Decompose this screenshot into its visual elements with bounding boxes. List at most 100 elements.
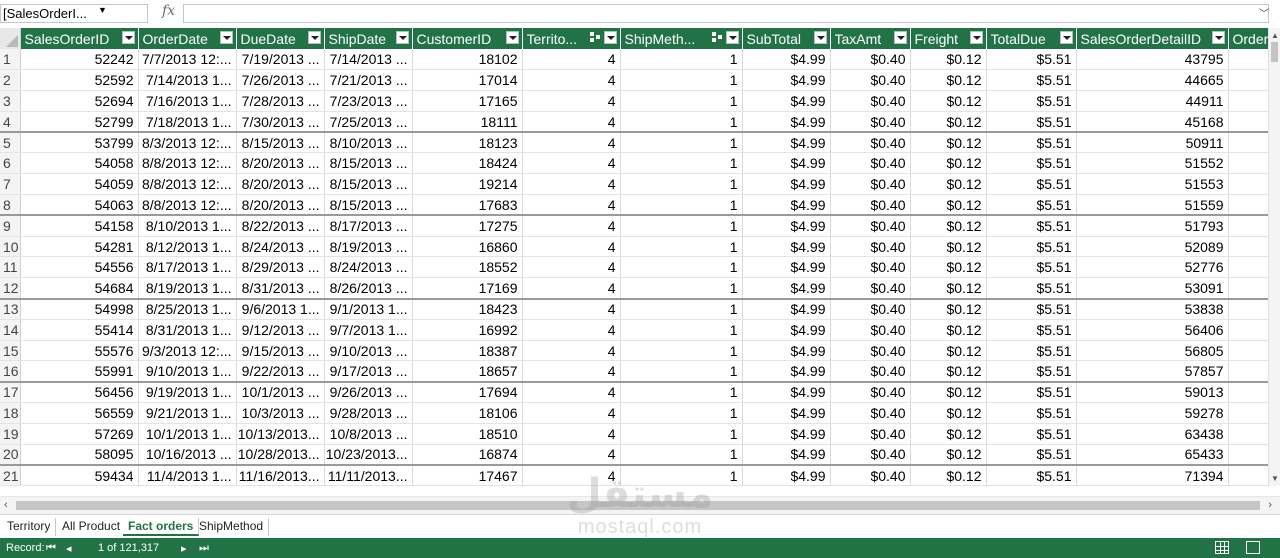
cell-duedate[interactable]: 7/26/2013 ...	[236, 69, 325, 92]
filter-dropdown-icon[interactable]	[307, 31, 321, 44]
cell-salesorderdetailid[interactable]: 52776	[1076, 256, 1229, 279]
cell-subtotal[interactable]: $4.99	[742, 256, 831, 279]
cell-taxamt[interactable]: $0.40	[830, 463, 911, 486]
cell-customerid[interactable]: 17165	[412, 90, 523, 112]
cell-shipmeth[interactable]: 1	[620, 152, 743, 175]
cell-salesorderid[interactable]: 56456	[20, 380, 139, 404]
cell-shipdate[interactable]: 8/15/2013 ...	[324, 194, 413, 216]
vertical-scroll-thumb[interactable]	[1271, 42, 1278, 62]
row-number[interactable]: 14	[0, 319, 21, 341]
cell-duedate[interactable]: 8/20/2013 ...	[236, 173, 325, 196]
cell-salesorderid[interactable]: 54058	[20, 152, 139, 175]
row-number[interactable]: 12	[0, 277, 21, 300]
previous-record-icon[interactable]: ◂	[66, 542, 72, 555]
cell-order[interactable]	[1228, 402, 1268, 424]
cell-taxamt[interactable]: $0.40	[830, 173, 911, 196]
cell-subtotal[interactable]: $4.99	[742, 444, 831, 466]
table-row[interactable]: 11 54556 8/17/2013 1... 8/29/2013 ... 8/24/2…	[0, 256, 1268, 279]
cell-shipmeth[interactable]: 1	[620, 194, 743, 216]
data-view-icon[interactable]	[1215, 541, 1229, 554]
filter-dropdown-icon[interactable]	[725, 31, 739, 44]
cell-customerid[interactable]: 16874	[412, 444, 523, 466]
cell-customerid[interactable]: 18387	[412, 340, 523, 362]
cell-subtotal[interactable]: $4.99	[742, 111, 831, 133]
row-number[interactable]: 13	[0, 297, 21, 320]
cell-shipmeth[interactable]: 1	[620, 444, 743, 466]
cell-taxamt[interactable]: $0.40	[830, 111, 911, 133]
cell-totaldue[interactable]: $5.51	[986, 131, 1077, 154]
cell-salesorderdetailid[interactable]: 65433	[1076, 444, 1229, 466]
cell-order[interactable]	[1228, 277, 1268, 300]
cell-subtotal[interactable]: $4.99	[742, 194, 831, 216]
cell-order[interactable]	[1228, 131, 1268, 154]
cell-customerid[interactable]: 18106	[412, 402, 523, 424]
table-row[interactable]: 16 55991 9/10/2013 1... 9/22/2013 ... 9/17/2…	[0, 360, 1268, 383]
cell-totaldue[interactable]: $5.51	[986, 277, 1077, 300]
cell-shipdate[interactable]: 7/23/2013 ...	[324, 90, 413, 112]
cell-shipmeth[interactable]: 1	[620, 131, 743, 154]
cell-totaldue[interactable]: $5.51	[986, 297, 1077, 320]
cell-customerid[interactable]: 17467	[412, 463, 523, 486]
column-header-taxamt[interactable]: TaxAmt	[830, 28, 911, 49]
cell-freight[interactable]: $0.12	[910, 402, 987, 424]
cell-totaldue[interactable]: $5.51	[986, 463, 1077, 486]
cell-territo[interactable]: 4	[522, 256, 621, 279]
cell-shipmeth[interactable]: 1	[620, 90, 743, 112]
cell-territo[interactable]: 4	[522, 236, 621, 258]
table-row[interactable]: 10 54281 8/12/2013 1... 8/24/2013 ... 8/19/2…	[0, 236, 1268, 258]
cell-customerid[interactable]: 18111	[412, 111, 523, 133]
cell-shipmeth[interactable]: 1	[620, 380, 743, 404]
cell-subtotal[interactable]: $4.99	[742, 360, 831, 383]
cell-order[interactable]	[1228, 69, 1268, 92]
cell-totaldue[interactable]: $5.51	[986, 423, 1077, 445]
cell-customerid[interactable]: 16992	[412, 319, 523, 341]
cell-orderdate[interactable]: 9/19/2013 1...	[138, 380, 237, 404]
cell-totaldue[interactable]: $5.51	[986, 444, 1077, 466]
cell-salesorderid[interactable]: 55414	[20, 319, 139, 341]
cell-shipmeth[interactable]: 1	[620, 214, 743, 237]
column-header-salesorderdetailid[interactable]: SalesOrderDetailID	[1076, 28, 1229, 49]
cell-taxamt[interactable]: $0.40	[830, 49, 911, 71]
cell-freight[interactable]: $0.12	[910, 340, 987, 362]
table-row[interactable]: 8 54063 8/8/2013 12:... 8/20/2013 ... 8/15/2…	[0, 194, 1268, 216]
expand-formula-bar-icon[interactable]: ﹀	[1259, 5, 1269, 20]
cell-salesorderid[interactable]: 58095	[20, 444, 139, 466]
table-row[interactable]: 13 54998 8/25/2013 1... 9/6/2013 1... 9/1/20…	[0, 297, 1268, 320]
cell-freight[interactable]: $0.12	[910, 49, 987, 71]
row-number[interactable]: 4	[0, 111, 21, 133]
cell-totaldue[interactable]: $5.51	[986, 236, 1077, 258]
cell-shipdate[interactable]: 7/14/2013 ...	[324, 49, 413, 71]
cell-salesorderid[interactable]: 54684	[20, 277, 139, 300]
cell-salesorderid[interactable]: 57269	[20, 423, 139, 445]
cell-order[interactable]	[1228, 319, 1268, 341]
table-row[interactable]: 21 59434 11/4/2013 1... 11/16/2013... 11/11/…	[0, 463, 1268, 486]
cell-salesorderdetailid[interactable]: 51793	[1076, 214, 1229, 237]
cell-shipmeth[interactable]: 1	[620, 49, 743, 71]
cell-freight[interactable]: $0.12	[910, 236, 987, 258]
cell-taxamt[interactable]: $0.40	[830, 90, 911, 112]
cell-order[interactable]	[1228, 444, 1268, 466]
cell-taxamt[interactable]: $0.40	[830, 236, 911, 258]
cell-shipdate[interactable]: 8/26/2013 ...	[324, 277, 413, 300]
cell-freight[interactable]: $0.12	[910, 423, 987, 445]
cell-shipdate[interactable]: 8/24/2013 ...	[324, 256, 413, 279]
table-row[interactable]: 4 52799 7/18/2013 1... 7/30/2013 ... 7/25/20…	[0, 111, 1268, 133]
table-row[interactable]: 18 56559 9/21/2013 1... 10/3/2013 ... 9/28/2…	[0, 402, 1268, 424]
sheet-tab-fact-orders[interactable]: Fact orders	[123, 518, 200, 536]
row-number[interactable]: 21	[0, 463, 21, 486]
cell-order[interactable]	[1228, 173, 1268, 196]
column-header-customerid[interactable]: CustomerID	[412, 28, 523, 49]
cell-taxamt[interactable]: $0.40	[830, 380, 911, 404]
cell-taxamt[interactable]: $0.40	[830, 423, 911, 445]
cell-shipmeth[interactable]: 1	[620, 236, 743, 258]
cell-customerid[interactable]: 18423	[412, 297, 523, 320]
cell-shipmeth[interactable]: 1	[620, 463, 743, 486]
scroll-down-icon[interactable]: ▼	[1271, 474, 1279, 483]
cell-totaldue[interactable]: $5.51	[986, 319, 1077, 341]
row-number[interactable]: 10	[0, 236, 21, 258]
cell-territo[interactable]: 4	[522, 380, 621, 404]
filter-dropdown-icon[interactable]	[603, 31, 617, 44]
cell-salesorderdetailid[interactable]: 59013	[1076, 380, 1229, 404]
cell-customerid[interactable]: 18657	[412, 360, 523, 383]
cell-salesorderdetailid[interactable]: 51559	[1076, 194, 1229, 216]
